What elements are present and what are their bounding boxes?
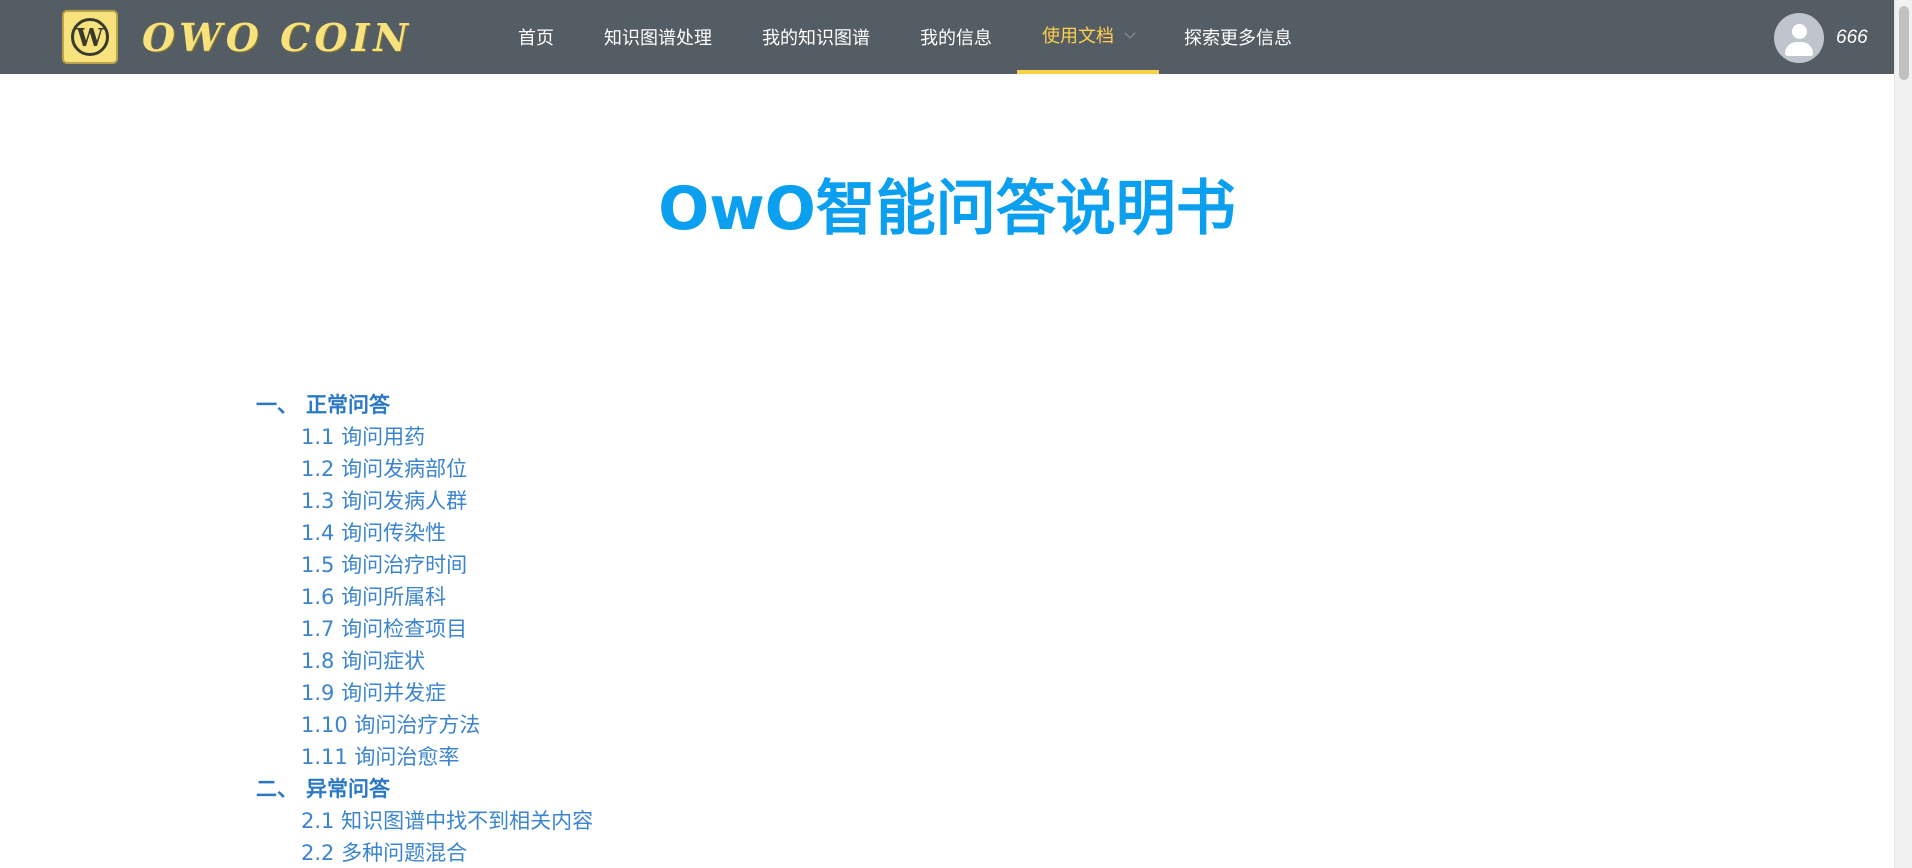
- nav-item-label: 我的知识图谱: [762, 28, 870, 49]
- page-title: OwO智能问答说明书: [658, 174, 1236, 244]
- nav-item-home[interactable]: 首页: [493, 0, 579, 74]
- toc-item[interactable]: 1.1 询问用药: [256, 420, 593, 452]
- toc-item[interactable]: 1.2 询问发病部位: [256, 452, 593, 484]
- nav-item-label: 使用文档: [1042, 26, 1114, 47]
- toc-item[interactable]: 1.10 询问治疗方法: [256, 708, 593, 740]
- logo-letter: W: [71, 18, 109, 56]
- toc-item[interactable]: 2.2 多种问题混合: [256, 836, 593, 868]
- toc-item[interactable]: 1.11 询问治愈率: [256, 740, 593, 772]
- nav-item-label: 首页: [518, 28, 554, 49]
- nav-item-label: 知识图谱处理: [604, 28, 712, 49]
- scrollbar-thumb[interactable]: [1899, 6, 1909, 80]
- logo[interactable]: W OWO COIN: [62, 10, 412, 64]
- nav-item-my-info[interactable]: 我的信息: [895, 0, 1017, 74]
- nav-item-label: 探索更多信息: [1184, 28, 1292, 49]
- table-of-contents: 一、 正常问答 1.1 询问用药 1.2 询问发病部位 1.3 询问发病人群 1…: [256, 388, 593, 868]
- toc-item[interactable]: 1.5 询问治疗时间: [256, 548, 593, 580]
- toc-section-number: 二、: [256, 777, 298, 801]
- toc-item[interactable]: 1.6 询问所属科: [256, 580, 593, 612]
- toc-item[interactable]: 1.8 询问症状: [256, 644, 593, 676]
- nav-item-kg-processing[interactable]: 知识图谱处理: [579, 0, 737, 74]
- nav-item-my-kg[interactable]: 我的知识图谱: [737, 0, 895, 74]
- user-menu[interactable]: 666: [1774, 13, 1868, 63]
- nav-item-explore-more[interactable]: 探索更多信息: [1159, 0, 1317, 74]
- toc-item[interactable]: 1.3 询问发病人群: [256, 484, 593, 516]
- chevron-down-icon: [1124, 27, 1136, 39]
- toc-item[interactable]: 1.4 询问传染性: [256, 516, 593, 548]
- toc-section-title: 异常问答: [306, 777, 390, 801]
- username: 666: [1836, 27, 1868, 48]
- toc-item[interactable]: 1.7 询问检查项目: [256, 612, 593, 644]
- toc-section-abnormal-qa[interactable]: 二、 异常问答: [256, 772, 593, 804]
- user-silhouette-icon: [1792, 24, 1807, 39]
- top-navbar: W OWO COIN 首页 知识图谱处理 我的知识图谱 我的信息 使用文档 探索…: [0, 0, 1894, 74]
- nav-menu: 首页 知识图谱处理 我的知识图谱 我的信息 使用文档 探索更多信息: [493, 0, 1317, 74]
- toc-section-title: 正常问答: [306, 393, 390, 417]
- nav-item-label: 我的信息: [920, 28, 992, 49]
- scrollbar[interactable]: [1894, 0, 1912, 868]
- toc-section-normal-qa[interactable]: 一、 正常问答: [256, 388, 593, 420]
- toc-item[interactable]: 2.1 知识图谱中找不到相关内容: [256, 804, 593, 836]
- logo-text: OWO COIN: [142, 14, 412, 60]
- toc-item[interactable]: 1.9 询问并发症: [256, 676, 593, 708]
- nav-item-docs[interactable]: 使用文档: [1017, 0, 1159, 74]
- toc-section-number: 一、: [256, 393, 298, 417]
- coin-logo-icon: W: [62, 10, 118, 64]
- user-silhouette-body: [1785, 42, 1813, 56]
- avatar[interactable]: [1774, 13, 1824, 63]
